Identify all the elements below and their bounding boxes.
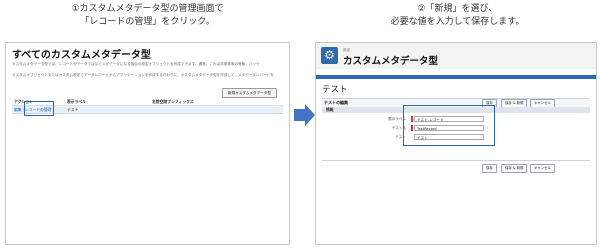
cancel-button-bottom[interactable]: キャンセル [530, 164, 555, 173]
right-caption-line2: 必要な値を入力して保存します。 [390, 17, 525, 27]
page-header: ⚙ 設定 カスタムメタデータ型 [316, 43, 596, 69]
left-caption-line2: 「レコードの管理」をクリック。 [80, 17, 215, 27]
edit-link[interactable]: 編集 [14, 107, 22, 112]
page-title: すべてのカスタムメタデータ型 [12, 50, 151, 61]
page-title: カスタムメタデータ型 [343, 56, 439, 67]
field-label-display-label: 表示ラベル [388, 117, 406, 121]
row-label: テスト [67, 107, 79, 112]
right-caption: ②「新規」を選び、 必要な値を入力して保存します。 [315, 3, 600, 29]
gear-icon: ⚙ [321, 47, 338, 64]
save-button-bottom[interactable]: 保存 [482, 164, 497, 173]
header-divider-bar [316, 75, 596, 79]
field-label-test: テスト [395, 135, 406, 139]
input-fields-highlight [403, 105, 495, 146]
new-metadata-type-button[interactable]: 新規カスタムメタデータ型 [221, 88, 277, 98]
information-section-label: 情報 [326, 107, 334, 112]
manage-records-highlight [24, 101, 54, 116]
left-caption-line1: ①カスタムメタデータ型の管理画面で [71, 4, 224, 14]
edit-section-title: テストの編集 [324, 100, 348, 105]
arrow-right-icon [305, 104, 315, 126]
column-header-label: 表示ラベル [67, 99, 86, 104]
left-caption: ①カスタムメタデータ型の管理画面で 「レコードの管理」をクリック。 [5, 3, 290, 29]
record-type-name: テスト [322, 85, 348, 95]
right-caption-line1: ②「新規」を選び、 [417, 4, 498, 14]
section-divider [322, 160, 590, 161]
column-header-namespace: 名前空間プレフィックス [152, 99, 194, 104]
page-description-line2: カスタムオブジェクトまたはカスタム設定でデータレコードからアプリケーションを作成… [12, 73, 274, 77]
field-label-record-name: テスト名 [391, 126, 406, 130]
metadata-type-list-screen: すべてのカスタムメタデータ型 カスタムメタデータ型では、レコードがデータではなく… [5, 42, 290, 245]
page-description-line1: カスタムメタデータ型では、レコードがデータではなくメタデータになる独自の設定オブ… [12, 62, 260, 66]
record-edit-screen: ⚙ 設定 カスタムメタデータ型 テスト テストの編集 保存 保存 & 新規 キャ… [315, 42, 597, 245]
save-and-new-button-bottom[interactable]: 保存 & 新規 [501, 164, 528, 173]
